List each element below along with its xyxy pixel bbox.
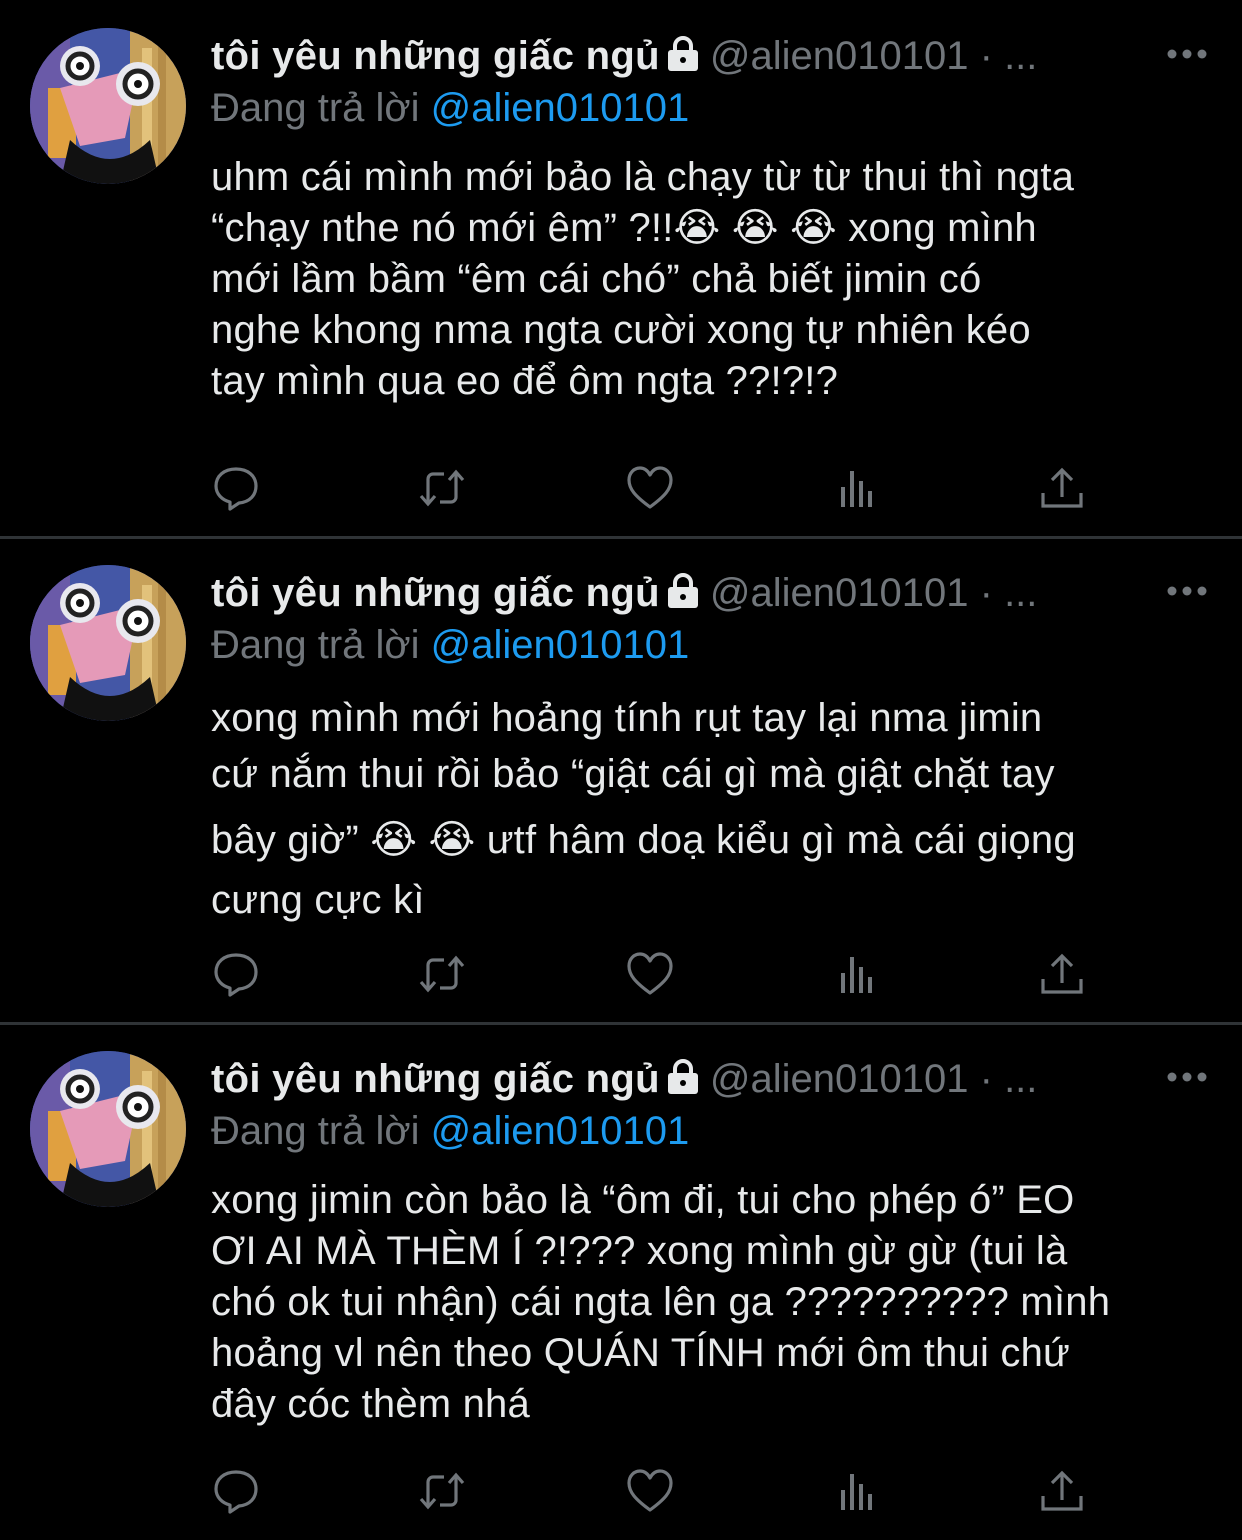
avatar[interactable] bbox=[30, 28, 186, 184]
share-button[interactable] bbox=[1037, 1466, 1087, 1516]
reply-prefix: Đang trả lời bbox=[211, 86, 420, 130]
truncation-ellipsis: ... bbox=[1004, 571, 1038, 615]
reply-context: Đang trả lời @alien010101 bbox=[211, 80, 689, 136]
tweet-text: xong mình mới hoảng tính rụt tay lại nma… bbox=[211, 690, 1221, 928]
reply-icon bbox=[211, 949, 261, 999]
display-name[interactable]: tôi yêu những giấc ngủ bbox=[211, 571, 660, 615]
like-button[interactable] bbox=[625, 949, 675, 999]
tweet-text-line: xong jimin còn bảo là “ôm đi, tui cho ph… bbox=[211, 1178, 1075, 1222]
tweet-text-line: xong mình mới hoảng tính rụt tay lại nma… bbox=[211, 696, 1043, 740]
tweet-header: tôi yêu những giấc ngủ @alien010101 · ..… bbox=[211, 1051, 1222, 1107]
action-bar bbox=[211, 949, 1091, 999]
more-options-icon[interactable] bbox=[1162, 565, 1212, 621]
separator-dot: · bbox=[979, 571, 993, 615]
handle[interactable]: @alien010101 bbox=[710, 34, 969, 78]
separator-dot: · bbox=[979, 1057, 993, 1101]
analytics-icon bbox=[833, 949, 883, 999]
handle[interactable]: @alien010101 bbox=[710, 571, 969, 615]
tweet-text-line: uhm cái mình mới bảo là chạy từ từ thui … bbox=[211, 155, 1075, 199]
reply-handle-link[interactable]: @alien010101 bbox=[431, 86, 690, 130]
tweet-text-line: mới lầm bầm “êm cái chó” chả biết jimin … bbox=[211, 257, 982, 301]
avatar[interactable] bbox=[30, 565, 186, 721]
analytics-button[interactable] bbox=[833, 463, 883, 513]
separator-dot: · bbox=[979, 34, 993, 78]
tweet-text-line: bây giờ” 😭 😭 ưtf hâm doạ kiểu gì mà cái … bbox=[211, 818, 1076, 862]
share-button[interactable] bbox=[1037, 949, 1087, 999]
tweet-text: xong jimin còn bảo là “ôm đi, tui cho ph… bbox=[211, 1175, 1221, 1430]
tweet-header: tôi yêu những giấc ngủ @alien010101 · ..… bbox=[211, 565, 1222, 621]
reply-handle-link[interactable]: @alien010101 bbox=[431, 623, 690, 667]
tweet-3[interactable]: tôi yêu những giấc ngủ @alien010101 · ..… bbox=[0, 1025, 1242, 1540]
tweet-text-line: hoảng vl nên theo QUÁN TÍNH mới ôm thui … bbox=[211, 1331, 1071, 1375]
tweet-text-line: tay mình qua eo để ôm ngta ??!?!? bbox=[211, 359, 839, 403]
like-icon bbox=[625, 1466, 675, 1516]
reply-context: Đang trả lời @alien010101 bbox=[211, 1103, 689, 1159]
analytics-icon bbox=[833, 1466, 883, 1516]
retweet-button[interactable] bbox=[417, 463, 467, 513]
share-icon bbox=[1037, 463, 1087, 513]
display-name[interactable]: tôi yêu những giấc ngủ bbox=[211, 1057, 660, 1101]
reply-handle-link[interactable]: @alien010101 bbox=[431, 1109, 690, 1153]
retweet-button[interactable] bbox=[417, 1466, 467, 1516]
tweet-2[interactable]: tôi yêu những giấc ngủ @alien010101 · ..… bbox=[0, 539, 1242, 1023]
tweet-text-line: cưng cực kì bbox=[211, 878, 425, 922]
analytics-button[interactable] bbox=[833, 949, 883, 999]
tweet-text-line: đây cóc thèm nhá bbox=[211, 1382, 530, 1426]
tweet-text-line: ƠI AI MÀ THÈM Í ?!??? xong mình gừ gừ (t… bbox=[211, 1229, 1068, 1273]
analytics-icon bbox=[833, 463, 883, 513]
reply-icon bbox=[211, 1466, 261, 1516]
retweet-icon bbox=[417, 463, 467, 513]
reply-button[interactable] bbox=[211, 463, 261, 513]
tweet-1[interactable]: tôi yêu những giấc ngủ @alien010101 · ..… bbox=[0, 0, 1242, 537]
like-button[interactable] bbox=[625, 1466, 675, 1516]
reply-prefix: Đang trả lời bbox=[211, 623, 420, 667]
tweet-text-line: chó ok tui nhận) cái ngta lên ga ???????… bbox=[211, 1280, 1111, 1324]
reply-button[interactable] bbox=[211, 949, 261, 999]
action-bar bbox=[211, 1466, 1091, 1516]
more-options-icon[interactable] bbox=[1162, 28, 1212, 84]
handle[interactable]: @alien010101 bbox=[710, 1057, 969, 1101]
retweet-button[interactable] bbox=[417, 949, 467, 999]
truncation-ellipsis: ... bbox=[1004, 1057, 1038, 1101]
retweet-icon bbox=[417, 949, 467, 999]
reply-prefix: Đang trả lời bbox=[211, 1109, 420, 1153]
share-icon bbox=[1037, 1466, 1087, 1516]
reply-context: Đang trả lời @alien010101 bbox=[211, 617, 689, 673]
share-button[interactable] bbox=[1037, 463, 1087, 513]
tweet-text-line: “chạy nthe nó mới êm” ?!!😭 😭 😭 xong mình bbox=[211, 206, 1037, 250]
share-icon bbox=[1037, 949, 1087, 999]
avatar[interactable] bbox=[30, 1051, 186, 1207]
more-options-icon[interactable] bbox=[1162, 1051, 1212, 1107]
like-icon bbox=[625, 949, 675, 999]
reply-icon bbox=[211, 463, 261, 513]
tweet-text-line: cứ nắm thui rồi bảo “giật cái gì mà giật… bbox=[211, 752, 1055, 796]
display-name[interactable]: tôi yêu những giấc ngủ bbox=[211, 34, 660, 78]
like-icon bbox=[625, 463, 675, 513]
action-bar bbox=[211, 463, 1091, 513]
retweet-icon bbox=[417, 1466, 467, 1516]
tweet-header: tôi yêu những giấc ngủ @alien010101 · ..… bbox=[211, 28, 1222, 84]
like-button[interactable] bbox=[625, 463, 675, 513]
tweet-text: uhm cái mình mới bảo là chạy từ từ thui … bbox=[211, 152, 1221, 407]
tweet-text-line: nghe khong nma ngta cười xong tự nhiên k… bbox=[211, 308, 1031, 352]
reply-button[interactable] bbox=[211, 1466, 261, 1516]
analytics-button[interactable] bbox=[833, 1466, 883, 1516]
truncation-ellipsis: ... bbox=[1004, 34, 1038, 78]
